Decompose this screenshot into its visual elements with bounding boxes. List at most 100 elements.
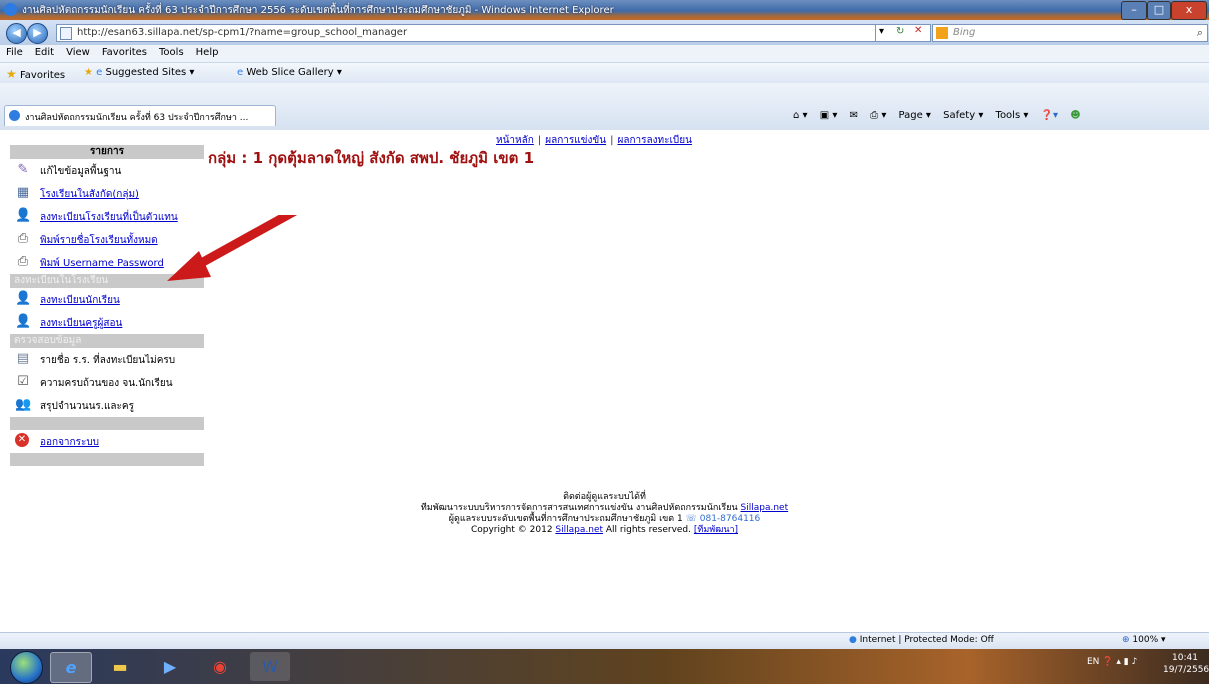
taskbar-explorer-icon[interactable]: ▬ (100, 652, 140, 681)
clock[interactable]: 10:41 19/7/2556 (1163, 652, 1209, 676)
security-zone[interactable]: ● Internet | Protected Mode: Off (849, 635, 994, 645)
tab-ie-icon (9, 110, 20, 121)
page-menu[interactable]: Page ▾ (899, 110, 931, 121)
nav-results-link[interactable]: ผลการแข่งขัน (545, 135, 606, 146)
sidebar-divider (10, 453, 204, 466)
sidebar-item-logout[interactable]: ✕ ออกจากระบบ (10, 430, 204, 453)
suggested-sites-button[interactable]: ★ e Suggested Sites ▾ (84, 67, 194, 78)
menu-view[interactable]: View (60, 45, 96, 58)
student-icon: 👤 (15, 291, 32, 306)
volume-icon[interactable]: ♪ (1132, 657, 1138, 667)
menu-help[interactable]: Help (190, 45, 225, 58)
copyright-rights: All rights reserved. (605, 525, 692, 535)
sidebar-item-edit-basic[interactable]: ✎ แก้ไขข้อมูลพื้นฐาน (10, 159, 204, 182)
home-icon[interactable]: ⌂ ▾ (793, 110, 808, 121)
taskbar-chrome-icon[interactable]: ◉ (200, 652, 240, 681)
feeds-icon[interactable]: ▣ ▾ (820, 110, 838, 121)
footer-contact: ติดต่อผู้ดูแลระบบได้ที่ (563, 492, 646, 502)
sidebar-item-completeness[interactable]: ☑ ความครบถ้วนของ จน.นักเรียน (10, 371, 204, 394)
start-button[interactable] (10, 651, 43, 684)
ie-page-icon: e (237, 67, 244, 78)
sidebar-header: รายการ (10, 145, 204, 159)
person-icon: 👤 (15, 208, 32, 223)
sidebar-item-label: แก้ไขข้อมูลพื้นฐาน (40, 166, 122, 177)
window-title: งานศิลปหัตถกรรมนักเรียน ครั้งที่ 63 ประจ… (22, 5, 614, 16)
sidebar-item-summary[interactable]: 👥 สรุปจำนวนนร.และครู (10, 394, 204, 417)
nav-separator: | (537, 135, 542, 146)
search-icon[interactable]: ⌕ (1197, 26, 1203, 40)
sidebar-item-label: พิมพ์ Username Password (40, 258, 164, 269)
tray-arrow-icon[interactable]: ▴ (1116, 657, 1121, 667)
phone-icon: ☏ (685, 514, 697, 524)
sidebar-divider (10, 417, 204, 430)
network-icon[interactable]: ▮ (1124, 657, 1129, 667)
menu-edit[interactable]: Edit (29, 45, 60, 58)
web-slice-gallery-button[interactable]: e Web Slice Gallery ▾ (237, 67, 342, 78)
logout-label: ออกจากระบบ (40, 437, 100, 448)
team-link[interactable]: [ทีมพัฒนา] (694, 525, 738, 535)
footer-copyright: Copyright © 2012 Sillapa.net All rights … (0, 525, 1209, 536)
sidebar-section-check: ตรวจสอบข้อมูล (10, 334, 204, 348)
favorites-button[interactable]: ★ Favorites (6, 67, 65, 81)
menu-tools[interactable]: Tools (153, 45, 190, 58)
checklist-icon: ☑ (17, 374, 29, 389)
sidebar-item-label: ลงทะเบียนนักเรียน (40, 295, 120, 306)
status-bar: ● Internet | Protected Mode: Off ⊕ 100% … (0, 632, 1209, 650)
stop-icon[interactable]: ✕ (914, 25, 922, 36)
menu-bar: File Edit View Favorites Tools Help (0, 45, 1209, 63)
zoom-control[interactable]: ⊕ 100% ▾ (1122, 635, 1166, 645)
address-url: http://esan63.sillapa.net/sp-cpm1/?name=… (77, 27, 408, 38)
sidebar-item-label: สรุปจำนวนนร.และครู (40, 401, 134, 412)
menu-file[interactable]: File (0, 45, 29, 58)
teacher-icon: 👤 (15, 314, 32, 329)
language-indicator[interactable]: EN (1087, 657, 1099, 667)
search-box[interactable]: Bing ⌕ (932, 24, 1208, 42)
help-tray-icon[interactable]: ❓ (1102, 657, 1113, 667)
print-icon[interactable]: ⎙ ▾ (870, 110, 886, 121)
copyright-sillapa-link[interactable]: Sillapa.net (555, 525, 603, 535)
address-bar[interactable]: http://esan63.sillapa.net/sp-cpm1/?name=… (56, 24, 878, 42)
system-tray: EN ❓ ▴ ▮ ♪ (1087, 657, 1137, 667)
tools-menu[interactable]: Tools ▾ (996, 110, 1029, 121)
search-placeholder: Bing (953, 27, 976, 38)
sidebar-item-label: พิมพ์รายชื่อโรงเรียนทั้งหมด (40, 235, 158, 246)
minimize-button[interactable]: – (1121, 1, 1147, 20)
nav-registration-link[interactable]: ผลการลงทะเบียน (617, 135, 691, 146)
safety-menu[interactable]: Safety ▾ (943, 110, 983, 121)
sidebar-item-label: ความครบถ้วนของ จน.นักเรียน (40, 378, 173, 389)
help-icon[interactable]: ❓▾ (1041, 110, 1058, 121)
people-icon: 👥 (15, 397, 32, 412)
nav-home-link[interactable]: หน้าหลัก (496, 135, 534, 146)
sidebar-item-incomplete-schools[interactable]: ▤ รายชื่อ ร.ร. ที่ลงทะเบียนไม่ครบ (10, 348, 204, 371)
favorites-bar: ★ Favorites ★ e Suggested Sites ▾ e Web … (0, 63, 1209, 83)
sidebar-item-schools[interactable]: ▦ โรงเรียนในสังกัด(กลุ่ม) (10, 182, 204, 205)
sidebar-item-label: โรงเรียนในสังกัด(กลุ่ม) (40, 189, 139, 200)
close-button[interactable]: x (1171, 1, 1207, 20)
browser-tab[interactable]: งานศิลปหัตถกรรมนักเรียน ครั้งที่ 63 ประจ… (4, 105, 276, 126)
taskbar-word-icon[interactable]: W (250, 652, 290, 681)
research-icon[interactable]: ☻ (1070, 110, 1080, 121)
sidebar-item-label: รายชื่อ ร.ร. ที่ลงทะเบียนไม่ครบ (40, 355, 176, 366)
web-slice-label: Web Slice Gallery ▾ (246, 67, 342, 78)
tab-row: งานศิลปหัตถกรรมนักเรียน ครั้งที่ 63 ประจ… (0, 83, 1209, 130)
footer-admin-line: ผู้ดูแลระบบระดับเขตพื้นที่การศึกษาประถมศ… (0, 514, 1209, 525)
bing-icon (936, 27, 948, 39)
footer-sillapa-link[interactable]: Sillapa.net (741, 503, 789, 513)
printer-icon: ⎙ (17, 231, 29, 246)
forward-button[interactable]: ▶ (27, 23, 48, 44)
zoom-icon: ⊕ (1122, 635, 1130, 645)
red-arrow-annotation (167, 215, 298, 281)
footer-phone: 081-8764116 (699, 514, 761, 524)
dropdown-icon[interactable]: ▾ (879, 26, 884, 37)
taskbar-media-icon[interactable]: ▶ (150, 652, 190, 681)
back-button[interactable]: ◀ (6, 23, 27, 44)
footer-admin-text: ผู้ดูแลระบบระดับเขตพื้นที่การศึกษาประถมศ… (448, 514, 683, 524)
mail-icon[interactable]: ✉ (850, 110, 858, 121)
zoom-level: 100% (1132, 635, 1159, 645)
printer-icon: ⎙ (17, 254, 29, 269)
taskbar-ie-icon[interactable]: e (50, 652, 92, 683)
star-icon: ★ (6, 67, 17, 81)
menu-favorites[interactable]: Favorites (96, 45, 153, 58)
refresh-icon[interactable]: ↻ (896, 26, 904, 37)
maximize-button[interactable]: □ (1147, 1, 1171, 20)
